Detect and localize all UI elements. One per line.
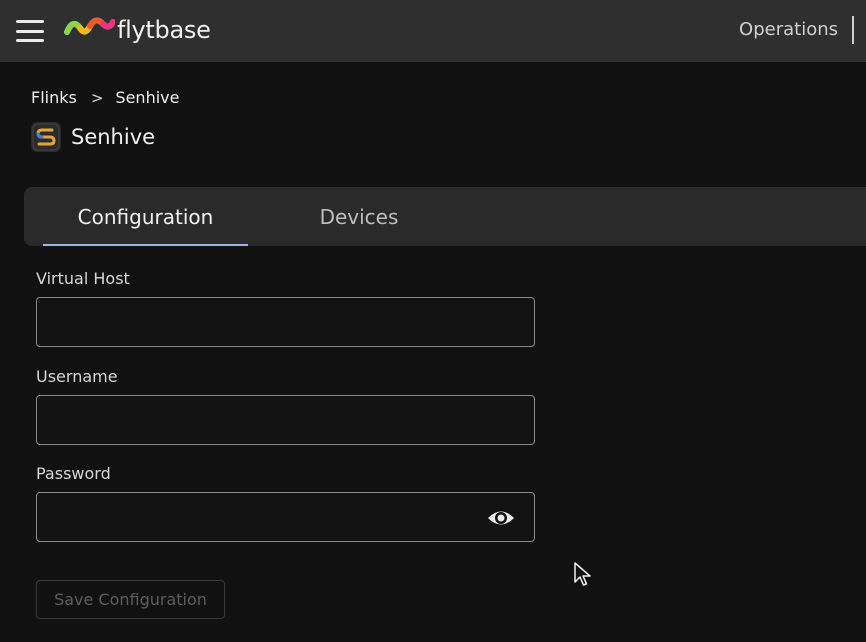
tab-devices[interactable]: Devices xyxy=(264,187,454,246)
breadcrumb: Flinks > Senhive xyxy=(31,88,179,107)
top-bar: flytbase Operations xyxy=(0,0,866,62)
username-label: Username xyxy=(36,367,118,386)
operations-menu[interactable]: Operations xyxy=(739,19,838,40)
mouse-cursor-icon xyxy=(574,562,592,592)
active-tab-indicator xyxy=(43,244,248,246)
username-input[interactable] xyxy=(36,395,535,445)
hamburger-icon-line xyxy=(16,39,44,42)
hamburger-menu-button[interactable] xyxy=(16,20,44,42)
page-title: Senhive xyxy=(71,125,156,149)
password-input[interactable] xyxy=(36,492,535,542)
page-header: Senhive xyxy=(31,122,155,152)
tab-bar: Configuration Devices xyxy=(24,187,866,246)
show-password-eye-icon[interactable] xyxy=(486,505,516,531)
password-label: Password xyxy=(36,464,111,483)
virtual-host-input[interactable] xyxy=(36,297,535,347)
flytbase-logo-icon xyxy=(64,17,115,35)
save-configuration-button[interactable]: Save Configuration xyxy=(36,580,225,619)
breadcrumb-root-link[interactable]: Flinks xyxy=(31,88,77,107)
hamburger-icon-line xyxy=(16,29,44,33)
tab-configuration[interactable]: Configuration xyxy=(43,187,248,246)
topbar-divider xyxy=(852,16,854,44)
brand[interactable]: flytbase xyxy=(63,14,211,46)
virtual-host-label: Virtual Host xyxy=(36,269,130,288)
brand-name: flytbase xyxy=(117,16,211,44)
breadcrumb-current: Senhive xyxy=(115,88,180,107)
chevron-right-icon: > xyxy=(90,88,104,107)
hamburger-icon-line xyxy=(16,20,44,23)
senhive-logo-icon xyxy=(31,122,61,152)
